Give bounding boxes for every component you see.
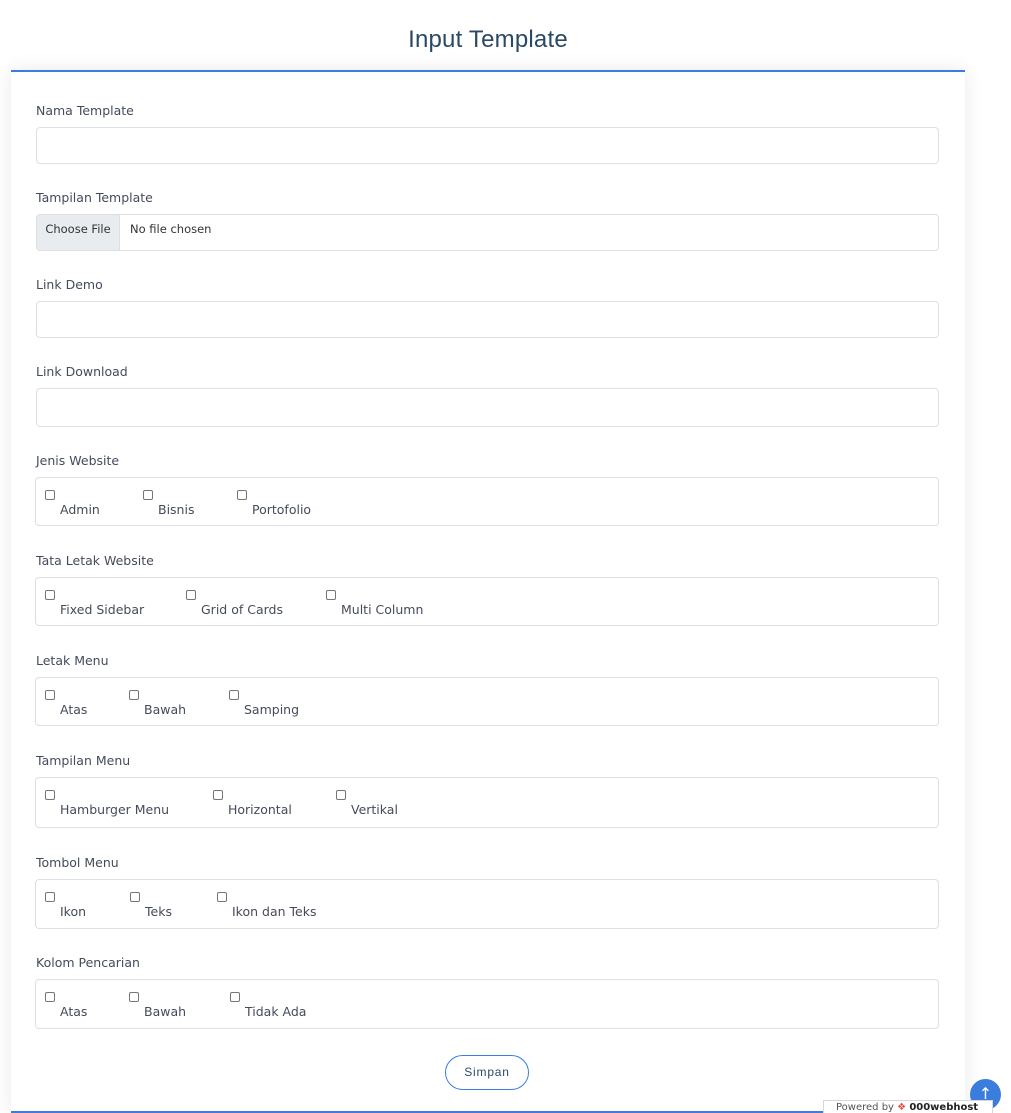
tata-letak-group: Fixed Sidebar Grid of Cards Multi Column [35, 577, 939, 626]
option-label: Admin [60, 502, 100, 517]
checkbox[interactable] [45, 690, 55, 700]
checkbox[interactable] [326, 590, 336, 600]
tombol-menu-group: Ikon Teks Ikon dan Teks [35, 879, 939, 929]
option-label: Fixed Sidebar [60, 602, 145, 617]
option-label: Ikon dan Teks [232, 904, 317, 919]
link-download-input[interactable] [36, 388, 939, 427]
checkbox[interactable] [336, 790, 346, 800]
tampilan-menu-group: Hamburger Menu Horizontal Vertikal [35, 777, 939, 828]
letak-menu-group: Atas Bawah Samping [35, 677, 939, 726]
page-title: Input Template [408, 26, 568, 53]
link-download-label: Link Download [36, 364, 128, 379]
link-demo-label: Link Demo [36, 277, 103, 292]
jenis-website-label: Jenis Website [36, 453, 120, 468]
nama-template-label: Nama Template [36, 103, 134, 118]
checkbox[interactable] [45, 790, 55, 800]
option-label: Tidak Ada [245, 1004, 307, 1019]
option-label: Hamburger Menu [60, 802, 170, 817]
checkbox[interactable] [45, 590, 55, 600]
simpan-button[interactable]: Simpan [445, 1055, 529, 1090]
tampilan-menu-label: Tampilan Menu [36, 753, 131, 768]
option-label: Samping [244, 702, 300, 717]
tata-letak-label: Tata Letak Website [36, 553, 154, 568]
checkbox[interactable] [237, 490, 247, 500]
link-demo-input[interactable] [36, 301, 939, 338]
checkbox[interactable] [217, 892, 227, 902]
powered-prefix: Powered by [836, 1102, 894, 1113]
checkbox[interactable] [143, 490, 153, 500]
option-label: Vertikal [351, 802, 398, 817]
checkbox[interactable] [213, 790, 223, 800]
checkbox[interactable] [45, 992, 55, 1002]
option-label: Atas [60, 702, 88, 717]
checkbox[interactable] [129, 690, 139, 700]
tombol-menu-label: Tombol Menu [36, 855, 119, 870]
checkbox[interactable] [129, 992, 139, 1002]
powered-brand: 000webhost [909, 1102, 979, 1113]
option-label: Horizontal [228, 802, 292, 817]
webhost-logo-icon: ❖ [897, 1102, 907, 1113]
letak-menu-label: Letak Menu [36, 653, 109, 668]
powered-by-badge[interactable]: Powered by ❖ 000webhost [823, 1100, 993, 1113]
option-label: Bawah [144, 702, 187, 717]
option-label: Teks [145, 904, 172, 919]
kolom-pencarian-group: Atas Bawah Tidak Ada [35, 979, 939, 1029]
file-status: No file chosen [130, 222, 212, 236]
checkbox[interactable] [230, 992, 240, 1002]
choose-file-button[interactable]: Choose File [37, 215, 120, 250]
tampilan-template-label: Tampilan Template [36, 190, 153, 205]
nama-template-input[interactable] [36, 127, 939, 164]
checkbox[interactable] [130, 892, 140, 902]
checkbox[interactable] [186, 590, 196, 600]
checkbox[interactable] [229, 690, 239, 700]
jenis-website-group: Admin Bisnis Portofolio [35, 477, 939, 526]
checkbox[interactable] [45, 490, 55, 500]
option-label: Grid of Cards [201, 602, 283, 617]
option-label: Bisnis [158, 502, 195, 517]
option-label: Ikon [60, 904, 87, 919]
option-label: Portofolio [252, 502, 312, 517]
tampilan-template-file-input[interactable]: Choose File No file chosen [36, 214, 939, 251]
option-label: Multi Column [341, 602, 424, 617]
option-label: Bawah [144, 1004, 187, 1019]
form-card: Nama Template Tampilan Template Choose F… [11, 70, 965, 1113]
option-label: Atas [60, 1004, 88, 1019]
kolom-pencarian-label: Kolom Pencarian [36, 955, 140, 970]
checkbox[interactable] [45, 892, 55, 902]
